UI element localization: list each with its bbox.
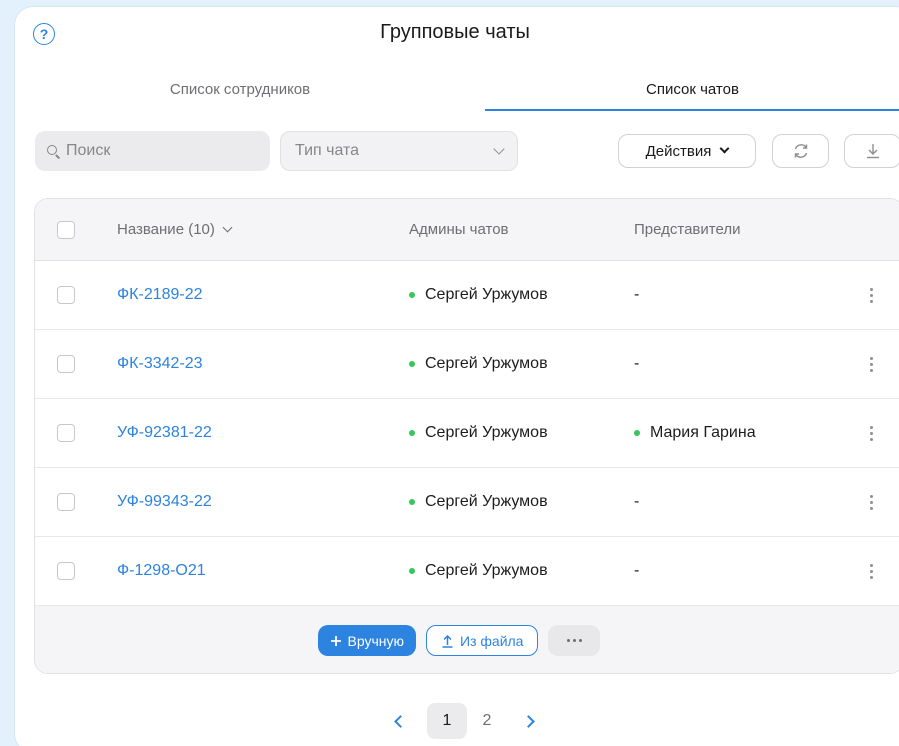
column-reps-label: Представители (634, 221, 741, 238)
add-manual-label: Вручную (347, 632, 405, 649)
page-title: Групповые чаты (380, 21, 530, 43)
chat-name-link[interactable]: Ф-1298-О21 (117, 562, 206, 580)
row-menu-icon[interactable] (870, 425, 873, 441)
table-footer: Вручную Из файла (35, 606, 899, 673)
row-checkbox[interactable] (57, 286, 75, 304)
rep-name: - (634, 493, 640, 510)
chat-name-link[interactable]: ФК-2189-22 (117, 286, 203, 304)
status-dot-icon (409, 499, 415, 505)
tab-employees[interactable]: Список сотрудников (15, 77, 465, 111)
chevron-left-icon (393, 714, 407, 728)
row-checkbox[interactable] (57, 493, 75, 511)
chevron-down-icon (719, 143, 730, 154)
chat-type-select[interactable]: Тип чата (280, 131, 518, 171)
table-row: ФК-2189-22 Сергей Уржумов - (35, 261, 899, 330)
chevron-right-icon (521, 714, 535, 728)
row-menu-icon[interactable] (870, 356, 873, 372)
page-2-button[interactable]: 2 (467, 703, 507, 739)
chats-table: Название (10) Админы чатов Представители… (34, 198, 899, 674)
table-row: Ф-1298-О21 Сергей Уржумов - (35, 537, 899, 606)
status-dot-icon (409, 292, 415, 298)
column-admins-label: Админы чатов (409, 221, 509, 238)
chat-name-link[interactable]: УФ-92381-22 (117, 424, 212, 442)
next-page-button[interactable] (513, 714, 543, 728)
import-file-button[interactable]: Из файла (426, 625, 539, 656)
rep-name: - (634, 562, 640, 579)
chat-type-placeholder: Тип чата (295, 142, 360, 159)
search-icon (47, 144, 60, 158)
import-file-label: Из файла (460, 632, 524, 649)
refresh-button[interactable] (772, 134, 829, 168)
group-chats-window: ? Групповые чаты Список сотрудников Спис… (15, 7, 899, 746)
search-placeholder: Поиск (66, 142, 111, 159)
sort-chevron-icon (222, 222, 233, 232)
row-checkbox[interactable] (57, 424, 75, 442)
status-dot-icon (409, 361, 415, 367)
refresh-icon (794, 144, 807, 158)
pagination: 1 2 (385, 701, 543, 741)
status-dot-icon (634, 430, 640, 436)
rep-name: - (634, 286, 640, 303)
chevron-down-icon (493, 142, 505, 155)
download-icon (866, 144, 879, 159)
row-menu-icon[interactable] (870, 287, 873, 303)
table-row: УФ-99343-22 Сергей Уржумов - (35, 468, 899, 537)
admin-name: Сергей Уржумов (425, 493, 548, 510)
table-row: УФ-92381-22 Сергей Уржумов Мария Гарина (35, 399, 899, 468)
column-name-label: Название (10) (117, 221, 215, 238)
row-checkbox[interactable] (57, 355, 75, 373)
rep-name: - (634, 355, 640, 372)
chat-name-link[interactable]: УФ-99343-22 (117, 493, 212, 511)
prev-page-button[interactable] (385, 714, 415, 728)
admin-name: Сергей Уржумов (425, 424, 548, 441)
search-input[interactable]: Поиск (35, 131, 270, 171)
more-options-button[interactable] (548, 625, 601, 656)
status-dot-icon (409, 568, 415, 574)
row-menu-icon[interactable] (870, 494, 873, 510)
row-menu-icon[interactable] (870, 563, 873, 579)
chat-name-link[interactable]: ФК-3342-23 (117, 355, 203, 373)
page-1-button[interactable]: 1 (427, 703, 467, 739)
tabs-bar: Список сотрудников Список чатов (15, 77, 899, 111)
admin-name: Сергей Уржумов (425, 562, 548, 579)
actions-label: Действия (645, 142, 712, 160)
rep-name: Мария Гарина (650, 424, 756, 441)
admin-name: Сергей Уржумов (425, 355, 548, 372)
actions-dropdown[interactable]: Действия (618, 134, 756, 168)
column-name-header[interactable]: Название (10) (117, 199, 233, 260)
select-all-checkbox[interactable] (57, 220, 75, 239)
add-manual-button[interactable]: Вручную (317, 625, 417, 656)
admin-name: Сергей Уржумов (425, 286, 548, 303)
plus-icon (330, 635, 341, 646)
table-row: ФК-3342-23 Сергей Уржумов - (35, 330, 899, 399)
tab-chats[interactable]: Список чатов (485, 77, 899, 111)
row-checkbox[interactable] (57, 562, 75, 580)
download-button[interactable] (844, 134, 899, 168)
table-header: Название (10) Админы чатов Представители (35, 199, 899, 261)
upload-icon (442, 634, 453, 648)
status-dot-icon (409, 430, 415, 436)
